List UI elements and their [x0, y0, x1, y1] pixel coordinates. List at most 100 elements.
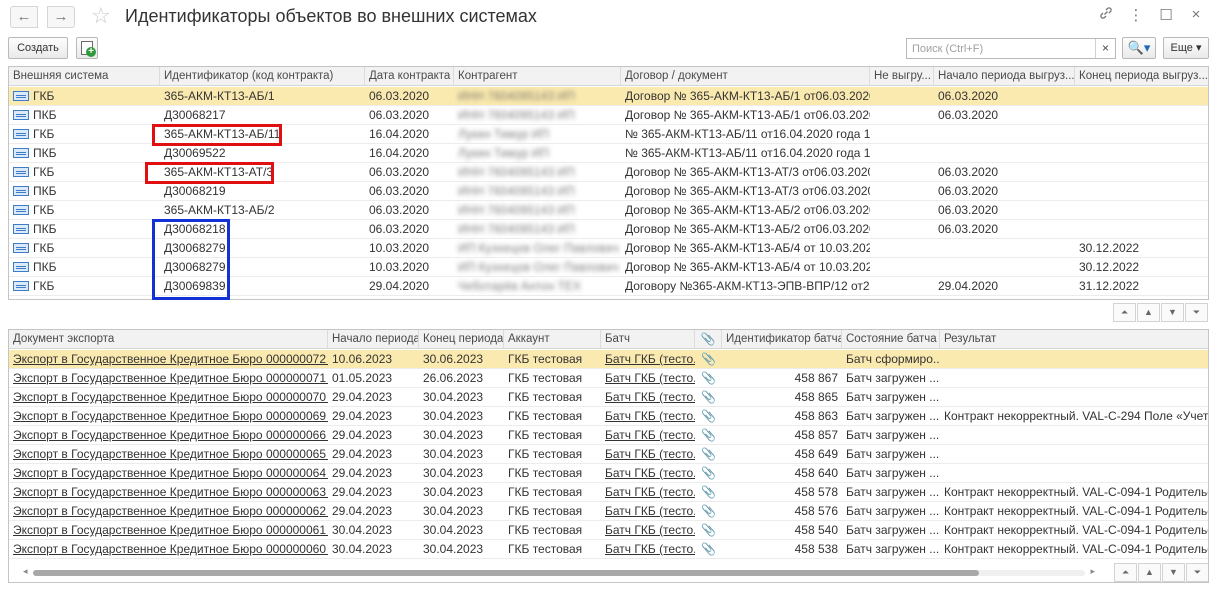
create-button[interactable]: Создать — [8, 37, 68, 59]
cell-export-document[interactable]: Экспорт в Государственное Кредитное Бюро… — [9, 521, 328, 540]
cell-batch[interactable]: Батч ГКБ (тесто... — [601, 445, 695, 464]
table-row[interactable]: Экспорт в Государственное Кредитное Бюро… — [9, 464, 1208, 483]
cell-export-document[interactable]: Экспорт в Государственное Кредитное Бюро… — [9, 464, 328, 483]
table-row[interactable]: ГКБ 365-АКМ-КТ13-АБ/11 16.04.2020 Лукин Тим… — [9, 125, 1208, 144]
column-header-batch-id[interactable]: Идентификатор батча — [722, 330, 842, 349]
scroll-first-icon[interactable]: ⏶ — [1114, 563, 1137, 582]
cell-batch[interactable]: Батч ГКБ (тесто... — [601, 540, 695, 559]
paperclip-icon[interactable]: 📎 — [695, 521, 722, 540]
cell-export-document[interactable]: Экспорт в Государственное Кредитное Бюро… — [9, 407, 328, 426]
paperclip-icon[interactable]: 📎 — [695, 445, 722, 464]
scrollbar-thumb[interactable] — [33, 570, 979, 576]
scroll-up-icon[interactable]: ▲ — [1137, 303, 1160, 322]
add-document-button[interactable]: + — [76, 37, 98, 59]
cell-batch-id: 458 857 — [794, 428, 838, 442]
column-header-counterparty[interactable]: Контрагент — [454, 67, 621, 86]
paperclip-icon[interactable]: 📎 — [695, 369, 722, 388]
cell-batch[interactable]: Батч ГКБ (тесто... — [601, 369, 695, 388]
paperclip-icon[interactable]: 📎 — [695, 407, 722, 426]
cell-batch[interactable]: Батч ГКБ (тесто... — [601, 483, 695, 502]
paperclip-icon[interactable]: 📎 — [695, 330, 722, 349]
table-row[interactable]: Экспорт в Государственное Кредитное Бюро… — [9, 540, 1208, 559]
table-row[interactable]: Экспорт в Государственное Кредитное Бюро… — [9, 407, 1208, 426]
table-row[interactable]: Экспорт в Государственное Кредитное Бюро… — [9, 483, 1208, 502]
column-header-result[interactable]: Результат — [940, 330, 1208, 349]
paperclip-icon[interactable]: 📎 — [695, 540, 722, 559]
table-row[interactable]: ГКБ 365-АКМ-КТ13-АТ/3 06.03.2020 ИНН 760409… — [9, 163, 1208, 182]
scroll-left-icon[interactable]: ◂ — [23, 566, 28, 577]
paperclip-icon[interactable]: 📎 — [695, 426, 722, 445]
cell-batch[interactable]: Батч ГКБ (тесто... — [601, 426, 695, 445]
cell-batch[interactable]: Батч ГКБ (тесто... — [601, 464, 695, 483]
scroll-right-icon[interactable]: ▸ — [1090, 566, 1095, 577]
table-row[interactable]: ПКБ Д30068279 10.03.2020 ИП Кузнецов Олег П… — [9, 258, 1208, 277]
scroll-up-icon[interactable]: ▲ — [1138, 563, 1161, 582]
cell-export-document[interactable]: Экспорт в Государственное Кредитное Бюро… — [9, 502, 328, 521]
table-row[interactable]: ГКБ Д30068279 10.03.2020 ИП Кузнецов Олег П… — [9, 239, 1208, 258]
table-row[interactable]: Экспорт в Государственное Кредитное Бюро… — [9, 521, 1208, 540]
paperclip-icon[interactable]: 📎 — [695, 483, 722, 502]
table-row[interactable]: Экспорт в Государственное Кредитное Бюро… — [9, 369, 1208, 388]
menu-icon[interactable]: ⋮ — [1128, 6, 1144, 24]
table-row[interactable]: ПКБ Д30068218 06.03.2020 ИНН 7604095143 ИП Д… — [9, 220, 1208, 239]
more-button[interactable]: Еще ▾ — [1163, 37, 1209, 59]
cell-batch[interactable]: Батч ГКБ (тесто... — [601, 407, 695, 426]
forward-button[interactable]: → — [47, 6, 75, 28]
clear-search-icon[interactable]: × — [1095, 39, 1115, 58]
cell-export-document[interactable]: Экспорт в Государственное Кредитное Бюро… — [9, 369, 328, 388]
cell-batch[interactable]: Батч ГКБ (тесто... — [601, 521, 695, 540]
scroll-down-icon[interactable]: ▼ — [1161, 303, 1184, 322]
cell-export-document[interactable]: Экспорт в Государственное Кредитное Бюро… — [9, 483, 328, 502]
table-row[interactable]: Экспорт в Государственное Кредитное Бюро… — [9, 350, 1208, 369]
column-header-batch[interactable]: Батч — [601, 330, 695, 349]
paperclip-icon[interactable]: 📎 — [695, 388, 722, 407]
column-header-not-exported[interactable]: Не выгру... — [870, 67, 934, 86]
cell-export-document[interactable]: Экспорт в Государственное Кредитное Бюро… — [9, 540, 328, 559]
column-header-period-end[interactable]: Конец периода — [419, 330, 504, 349]
paperclip-icon[interactable]: 📎 — [695, 502, 722, 521]
table-row[interactable]: ГКБ 365-АКМ-КТ13-АБ/2 06.03.2020 ИНН 760409… — [9, 201, 1208, 220]
column-header-period-end[interactable]: Конец периода выгруз... — [1075, 67, 1208, 86]
favorite-star-icon[interactable]: ☆ — [91, 3, 111, 29]
table-row[interactable]: ПКБ Д30068219 06.03.2020 ИНН 7604095143 ИП Д… — [9, 182, 1208, 201]
column-header-system[interactable]: Внешняя система — [9, 67, 160, 86]
column-header-contract-date[interactable]: Дата контракта — [365, 67, 454, 86]
cell-period-start: 29.04.2023 — [332, 485, 393, 499]
horizontal-scrollbar[interactable]: ◂ ▸ — [23, 566, 1095, 578]
column-header-account[interactable]: Аккаунт — [504, 330, 601, 349]
maximize-icon[interactable]: ☐ — [1158, 6, 1174, 24]
paperclip-icon[interactable]: 📎 — [695, 464, 722, 483]
column-header-period-start[interactable]: Начало периода — [328, 330, 419, 349]
cell-export-document[interactable]: Экспорт в Государственное Кредитное Бюро… — [9, 388, 328, 407]
close-icon[interactable]: × — [1188, 6, 1204, 24]
table-row[interactable]: ПКБ Д30068217 06.03.2020 ИНН 7604095143 ИП Д… — [9, 106, 1208, 125]
scroll-down-icon[interactable]: ▼ — [1162, 563, 1185, 582]
table-row[interactable]: Экспорт в Государственное Кредитное Бюро… — [9, 445, 1208, 464]
back-button[interactable]: ← — [10, 6, 38, 28]
find-button[interactable]: 🔍▾ — [1122, 37, 1156, 59]
scroll-last-icon[interactable]: ⏷ — [1185, 303, 1208, 322]
cell-batch[interactable]: Батч ГКБ (тесто... — [601, 350, 695, 369]
table-row[interactable]: Экспорт в Государственное Кредитное Бюро… — [9, 426, 1208, 445]
paperclip-icon[interactable]: 📎 — [695, 350, 722, 369]
table-row[interactable]: ГКБ 365-АКМ-КТ13-АБ/1 06.03.2020 ИНН 760409… — [9, 87, 1208, 106]
table-row[interactable]: Экспорт в Государственное Кредитное Бюро… — [9, 502, 1208, 521]
column-header-export-document[interactable]: Документ экспорта — [9, 330, 328, 349]
cell-export-document[interactable]: Экспорт в Государственное Кредитное Бюро… — [9, 445, 328, 464]
scroll-first-icon[interactable]: ⏶ — [1113, 303, 1136, 322]
scroll-last-icon[interactable]: ⏷ — [1186, 563, 1208, 582]
cell-batch[interactable]: Батч ГКБ (тесто... — [601, 388, 695, 407]
search-input[interactable] — [907, 39, 1095, 58]
column-header-contract[interactable]: Договор / документ — [621, 67, 870, 86]
link-icon[interactable] — [1098, 6, 1114, 24]
table-row[interactable]: Экспорт в Государственное Кредитное Бюро… — [9, 388, 1208, 407]
cell-export-document[interactable]: Экспорт в Государственное Кредитное Бюро… — [9, 426, 328, 445]
cell-batch[interactable]: Батч ГКБ (тесто... — [601, 502, 695, 521]
column-header-period-start[interactable]: Начало периода выгруз... — [934, 67, 1075, 86]
column-header-batch-state[interactable]: Состояние батча — [842, 330, 940, 349]
table-row[interactable]: ПКБ Д30069522 16.04.2020 Лукин Тимур ИП № 36… — [9, 144, 1208, 163]
column-header-identifier[interactable]: Идентификатор (код контракта) — [160, 67, 365, 86]
cell-contract: Договор № 365-АКМ-КТ13-АБ/4 от 10.03.202… — [625, 241, 870, 255]
table-row[interactable]: ГКБ Д30069839 29.04.2020 Чеботарёв Антон ТЕ… — [9, 277, 1208, 296]
cell-export-document[interactable]: Экспорт в Государственное Кредитное Бюро… — [9, 350, 328, 369]
